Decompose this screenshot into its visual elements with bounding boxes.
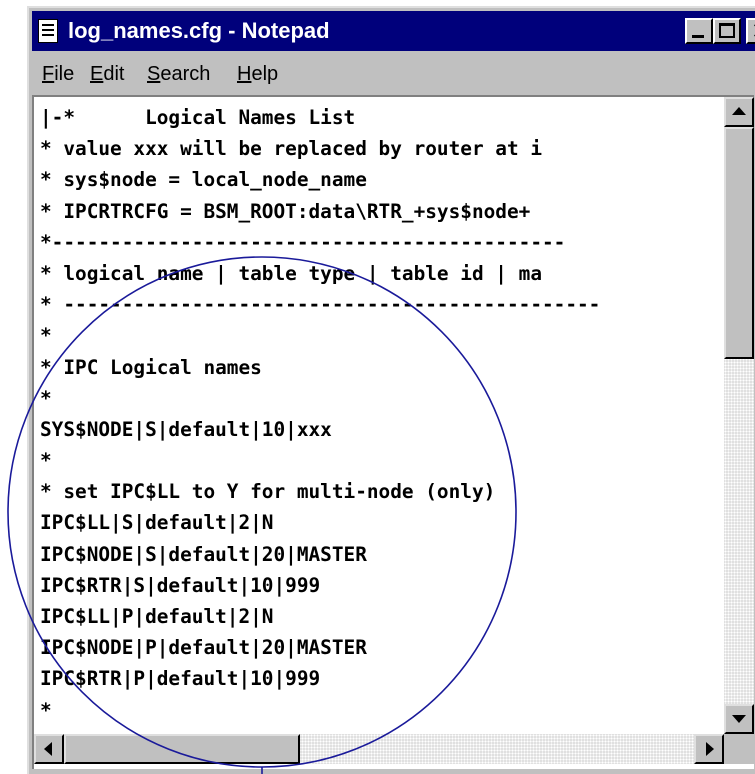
text-line[interactable]: * sys$node = local_node_name	[40, 164, 720, 195]
vertical-scrollbar[interactable]	[724, 97, 754, 734]
text-line[interactable]: IPC$NODE|P|default|20|MASTER	[40, 632, 720, 663]
window-title: log_names.cfg - Notepad	[68, 18, 330, 43]
text-content[interactable]: |-* Logical Names List * value xxx will b…	[40, 102, 720, 722]
menu-file[interactable]: File	[42, 61, 74, 87]
text-line[interactable]: IPC$LL|P|default|2|N	[40, 601, 720, 632]
size-grip[interactable]	[724, 734, 754, 764]
text-line[interactable]: IPC$RTR|P|default|10|999	[40, 663, 720, 694]
text-line[interactable]: |-* Logical Names List	[40, 102, 720, 133]
text-line[interactable]: * value xxx will be replaced by router a…	[40, 133, 720, 164]
text-line[interactable]: IPC$RTR|S|default|10|999	[40, 570, 720, 601]
vertical-scroll-thumb[interactable]	[724, 127, 754, 359]
scroll-right-button[interactable]	[694, 734, 724, 764]
arrow-right-icon	[706, 742, 714, 756]
text-line[interactable]: IPC$NODE|S|default|20|MASTER	[40, 539, 720, 570]
text-editor[interactable]: |-* Logical Names List * value xxx will b…	[32, 95, 754, 769]
text-line[interactable]: *	[40, 445, 720, 476]
text-line[interactable]: * set IPC$LL to Y for multi-node (only)	[40, 476, 720, 507]
maximize-icon[interactable]	[713, 18, 741, 44]
text-line[interactable]: *---------------------------------------…	[40, 227, 720, 258]
notepad-window: log_names.cfg - Notepad File Edit Search…	[27, 6, 755, 774]
arrow-left-icon	[44, 742, 52, 756]
text-line[interactable]: *	[40, 383, 720, 414]
scroll-up-button[interactable]	[724, 97, 754, 127]
scroll-down-button[interactable]	[724, 704, 754, 734]
menu-bar: File Edit Search Help	[32, 57, 755, 91]
minimize-icon[interactable]	[685, 18, 713, 44]
notepad-icon[interactable]	[38, 19, 58, 43]
text-line[interactable]: *	[40, 695, 720, 722]
close-icon[interactable]	[746, 16, 755, 44]
scroll-left-button[interactable]	[34, 734, 64, 764]
title-bar[interactable]: log_names.cfg - Notepad	[32, 11, 755, 51]
text-line[interactable]: IPC$LL|S|default|2|N	[40, 507, 720, 538]
arrow-up-icon	[732, 107, 746, 115]
menu-search[interactable]: Search	[147, 61, 210, 87]
menu-edit[interactable]: Edit	[90, 61, 124, 87]
text-line[interactable]: * IPC Logical names	[40, 352, 720, 383]
menu-help[interactable]: Help	[237, 61, 278, 87]
text-line[interactable]: SYS$NODE|S|default|10|xxx	[40, 414, 720, 445]
text-line[interactable]: *	[40, 320, 720, 351]
arrow-down-icon	[732, 715, 746, 723]
text-line[interactable]: * logical name | table type | table id |…	[40, 258, 720, 289]
horizontal-scrollbar[interactable]	[34, 734, 724, 764]
text-line[interactable]: * IPCRTRCFG = BSM_ROOT:data\RTR_+sys$nod…	[40, 196, 720, 227]
text-line[interactable]: * --------------------------------------…	[40, 289, 720, 320]
horizontal-scroll-thumb[interactable]	[64, 734, 300, 764]
